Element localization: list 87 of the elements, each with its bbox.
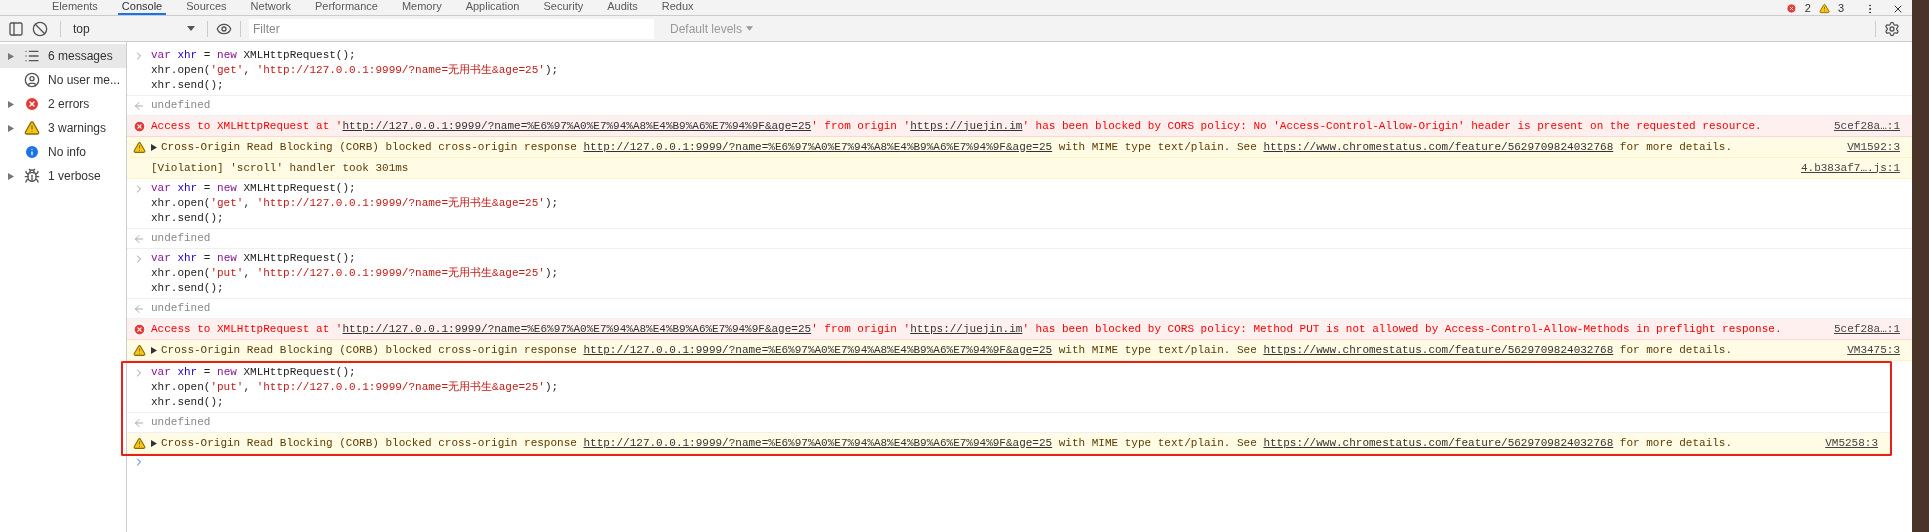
context-select[interactable]: top (69, 18, 199, 39)
expand-triangle-icon[interactable] (151, 143, 157, 151)
error-count: 2 (1804, 2, 1811, 15)
sidebar-label: 3 warnings (48, 120, 107, 137)
sidebar-label: No info (48, 144, 87, 161)
warning-icon (132, 343, 146, 357)
message-text: Access to XMLHttpRequest at 'http://127.0.0.1:9999/?name=%E6%97%A0%E7%94%A8%E4%B9%A6%E7%94%9F&age=25' from origin 'https://juejin.im' has been blocked by CORS policy: No 'Access-Control-Allow-Origin' header is present on the requested resource. (151, 118, 1763, 134)
bug-icon (24, 168, 40, 184)
url-link[interactable]: http://127.0.0.1:9999/?name=%E6%97%A0%E7%94%A8%E4%B9%A6%E7%94%9F&age=25 (583, 140, 1053, 153)
panel-tab[interactable]: Audits (603, 0, 642, 15)
info-icon (24, 144, 40, 160)
url-link[interactable]: https://www.chromestatus.com/feature/5629709824032768 (1263, 140, 1614, 153)
panel-tab[interactable]: Elements (48, 0, 102, 15)
result-value: undefined (151, 415, 211, 430)
result-arrow-icon (133, 416, 145, 429)
result-value: undefined (151, 301, 211, 316)
code-line: var xhr = new XMLHttpRequest(); (151, 251, 357, 266)
result-arrow-icon (133, 99, 145, 112)
message-text: [Violation] 'scroll' handler took 301ms (151, 160, 410, 176)
warning-count: 3 (1837, 2, 1844, 15)
filter-field[interactable]: Filter (249, 18, 654, 39)
url-link[interactable]: https://www.chromestatus.com/feature/5629709824032768 (1263, 436, 1614, 449)
panel-tab[interactable]: Sources (182, 0, 231, 15)
panel-tab[interactable]: Application (461, 0, 524, 15)
panel-tab[interactable]: Redux (657, 0, 698, 15)
url-link[interactable]: https://www.chromestatus.com/feature/5629709824032768 (1263, 343, 1614, 356)
code-line: xhr.send(); (151, 78, 225, 93)
sidebar-label: 6 messages (48, 48, 113, 65)
url-link[interactable]: http://127.0.0.1:9999/?name=%E6%97%A0%E7%94%A8%E4%B9%A6%E7%94%9F&age=25 (342, 119, 812, 132)
warning-icon (1818, 3, 1830, 14)
code-line: var xhr = new XMLHttpRequest(); (151, 365, 357, 380)
source-link[interactable]: 5cef28a…:1 (1834, 118, 1900, 134)
source-link[interactable]: 4.b383af7….js:1 (1800, 160, 1900, 176)
source-link[interactable]: VM5258:3 (1825, 435, 1878, 451)
url-link[interactable]: https://juejin.im (910, 322, 1023, 335)
code-line: var xhr = new XMLHttpRequest(); (151, 181, 357, 196)
panel-tab[interactable]: Memory (397, 0, 446, 15)
source-link[interactable]: VM3475:3 (1847, 342, 1900, 358)
sidebar-label: No user me... (48, 72, 121, 89)
code-line: xhr.send(); (151, 211, 225, 226)
result-arrow-icon (133, 302, 145, 315)
url-link[interactable]: http://127.0.0.1:9999/?name=%E6%97%A0%E7%94%A8%E4%B9%A6%E7%94%9F&age=25 (342, 322, 812, 335)
url-link[interactable]: http://127.0.0.1:9999/?name=%E6%97%A0%E7%94%A8%E4%B9%A6%E7%94%9F&age=25 (583, 436, 1053, 449)
settings-icon[interactable] (1884, 20, 1900, 37)
user-icon (24, 72, 40, 88)
sidebar-toggle-icon[interactable] (8, 20, 24, 37)
sidebar-label: 1 verbose (48, 168, 101, 185)
sidebar-label: 2 errors (48, 96, 90, 113)
result-value: undefined (151, 98, 211, 113)
expand-triangle-icon[interactable] (151, 439, 157, 447)
code-line: xhr.open('get', 'http://127.0.0.1:9999/?name=无用书生&age=25'); (151, 196, 559, 211)
sidebar-item[interactable]: No user me... (0, 68, 126, 92)
panel-tab[interactable]: Network (246, 0, 295, 15)
warning-icon (24, 120, 40, 136)
source-link[interactable]: VM1592:3 (1847, 139, 1900, 155)
code-line: xhr.open('put', 'http://127.0.0.1:9999/?name=无用书生&age=25'); (151, 266, 559, 281)
dropdown-caret-icon (746, 26, 754, 31)
sidebar-item[interactable]: 2 errors (0, 92, 126, 116)
result-value: undefined (151, 231, 211, 246)
sidebar-item[interactable]: No info (0, 140, 126, 164)
warning-icon (132, 140, 146, 154)
error-icon (132, 119, 146, 133)
panel-tab[interactable]: Security (539, 0, 588, 15)
dropdown-caret-icon (187, 26, 195, 31)
url-link[interactable]: https://juejin.im (910, 119, 1023, 132)
code-line: xhr.open('get', 'http://127.0.0.1:9999/?name=无用书生&age=25'); (151, 63, 559, 78)
clear-icon[interactable] (32, 20, 48, 37)
warning-icon (132, 436, 146, 450)
list-icon (24, 48, 40, 64)
url-link[interactable]: http://127.0.0.1:9999/?name=%E6%97%A0%E7%94%A8%E4%B9%A6%E7%94%9F&age=25 (583, 343, 1053, 356)
source-link[interactable]: 5cef28a…:1 (1834, 321, 1900, 337)
result-arrow-icon (133, 232, 145, 245)
sidebar-item[interactable]: 6 messages (0, 44, 126, 68)
code-line: xhr.send(); (151, 395, 225, 410)
code-line: xhr.send(); (151, 281, 225, 296)
message-text: Cross-Origin Read Blocking (CORB) blocked cross-origin response http://127.0.0.1:9999/?name=%E6%97%A0%E7%94%A8%E4%B9%A6%E7%94%9F&age=25 with MIME type text/plain. See https://www.chromestatus.com/feature/5629709824032768 for more details. (161, 435, 1734, 451)
error-icon (24, 96, 40, 112)
message-text: Cross-Origin Read Blocking (CORB) blocked cross-origin response http://127.0.0.1:9999/?name=%E6%97%A0%E7%94%A8%E4%B9%A6%E7%94%9F&age=25 with MIME type text/plain. See https://www.chromestatus.com/feature/5629709824032768 for more details. (161, 139, 1734, 155)
sidebar-item[interactable]: 1 verbose (0, 164, 126, 188)
code-line: xhr.open('put', 'http://127.0.0.1:9999/?name=无用书生&age=25'); (151, 380, 559, 395)
panel-tab[interactable]: Performance (310, 0, 382, 15)
message-text: Access to XMLHttpRequest at 'http://127.0.0.1:9999/?name=%E6%97%A0%E7%94%A8%E4%B9%A6%E7%94%9F&age=25' from origin 'https://juejin.im' has been blocked by CORS policy: Method PUT is not allowed by Access-Control-Allow-Methods in preflight response. (151, 321, 1783, 337)
sidebar-item[interactable]: 3 warnings (0, 116, 126, 140)
error-icon (132, 322, 146, 336)
expand-triangle-icon[interactable] (151, 346, 157, 354)
message-text: Cross-Origin Read Blocking (CORB) blocked cross-origin response http://127.0.0.1:9999/?name=%E6%97%A0%E7%94%A8%E4%B9%A6%E7%94%9F&age=25 with MIME type text/plain. See https://www.chromestatus.com/feature/5629709824032768 for more details. (161, 342, 1734, 358)
code-line: var xhr = new XMLHttpRequest(); (151, 48, 357, 63)
